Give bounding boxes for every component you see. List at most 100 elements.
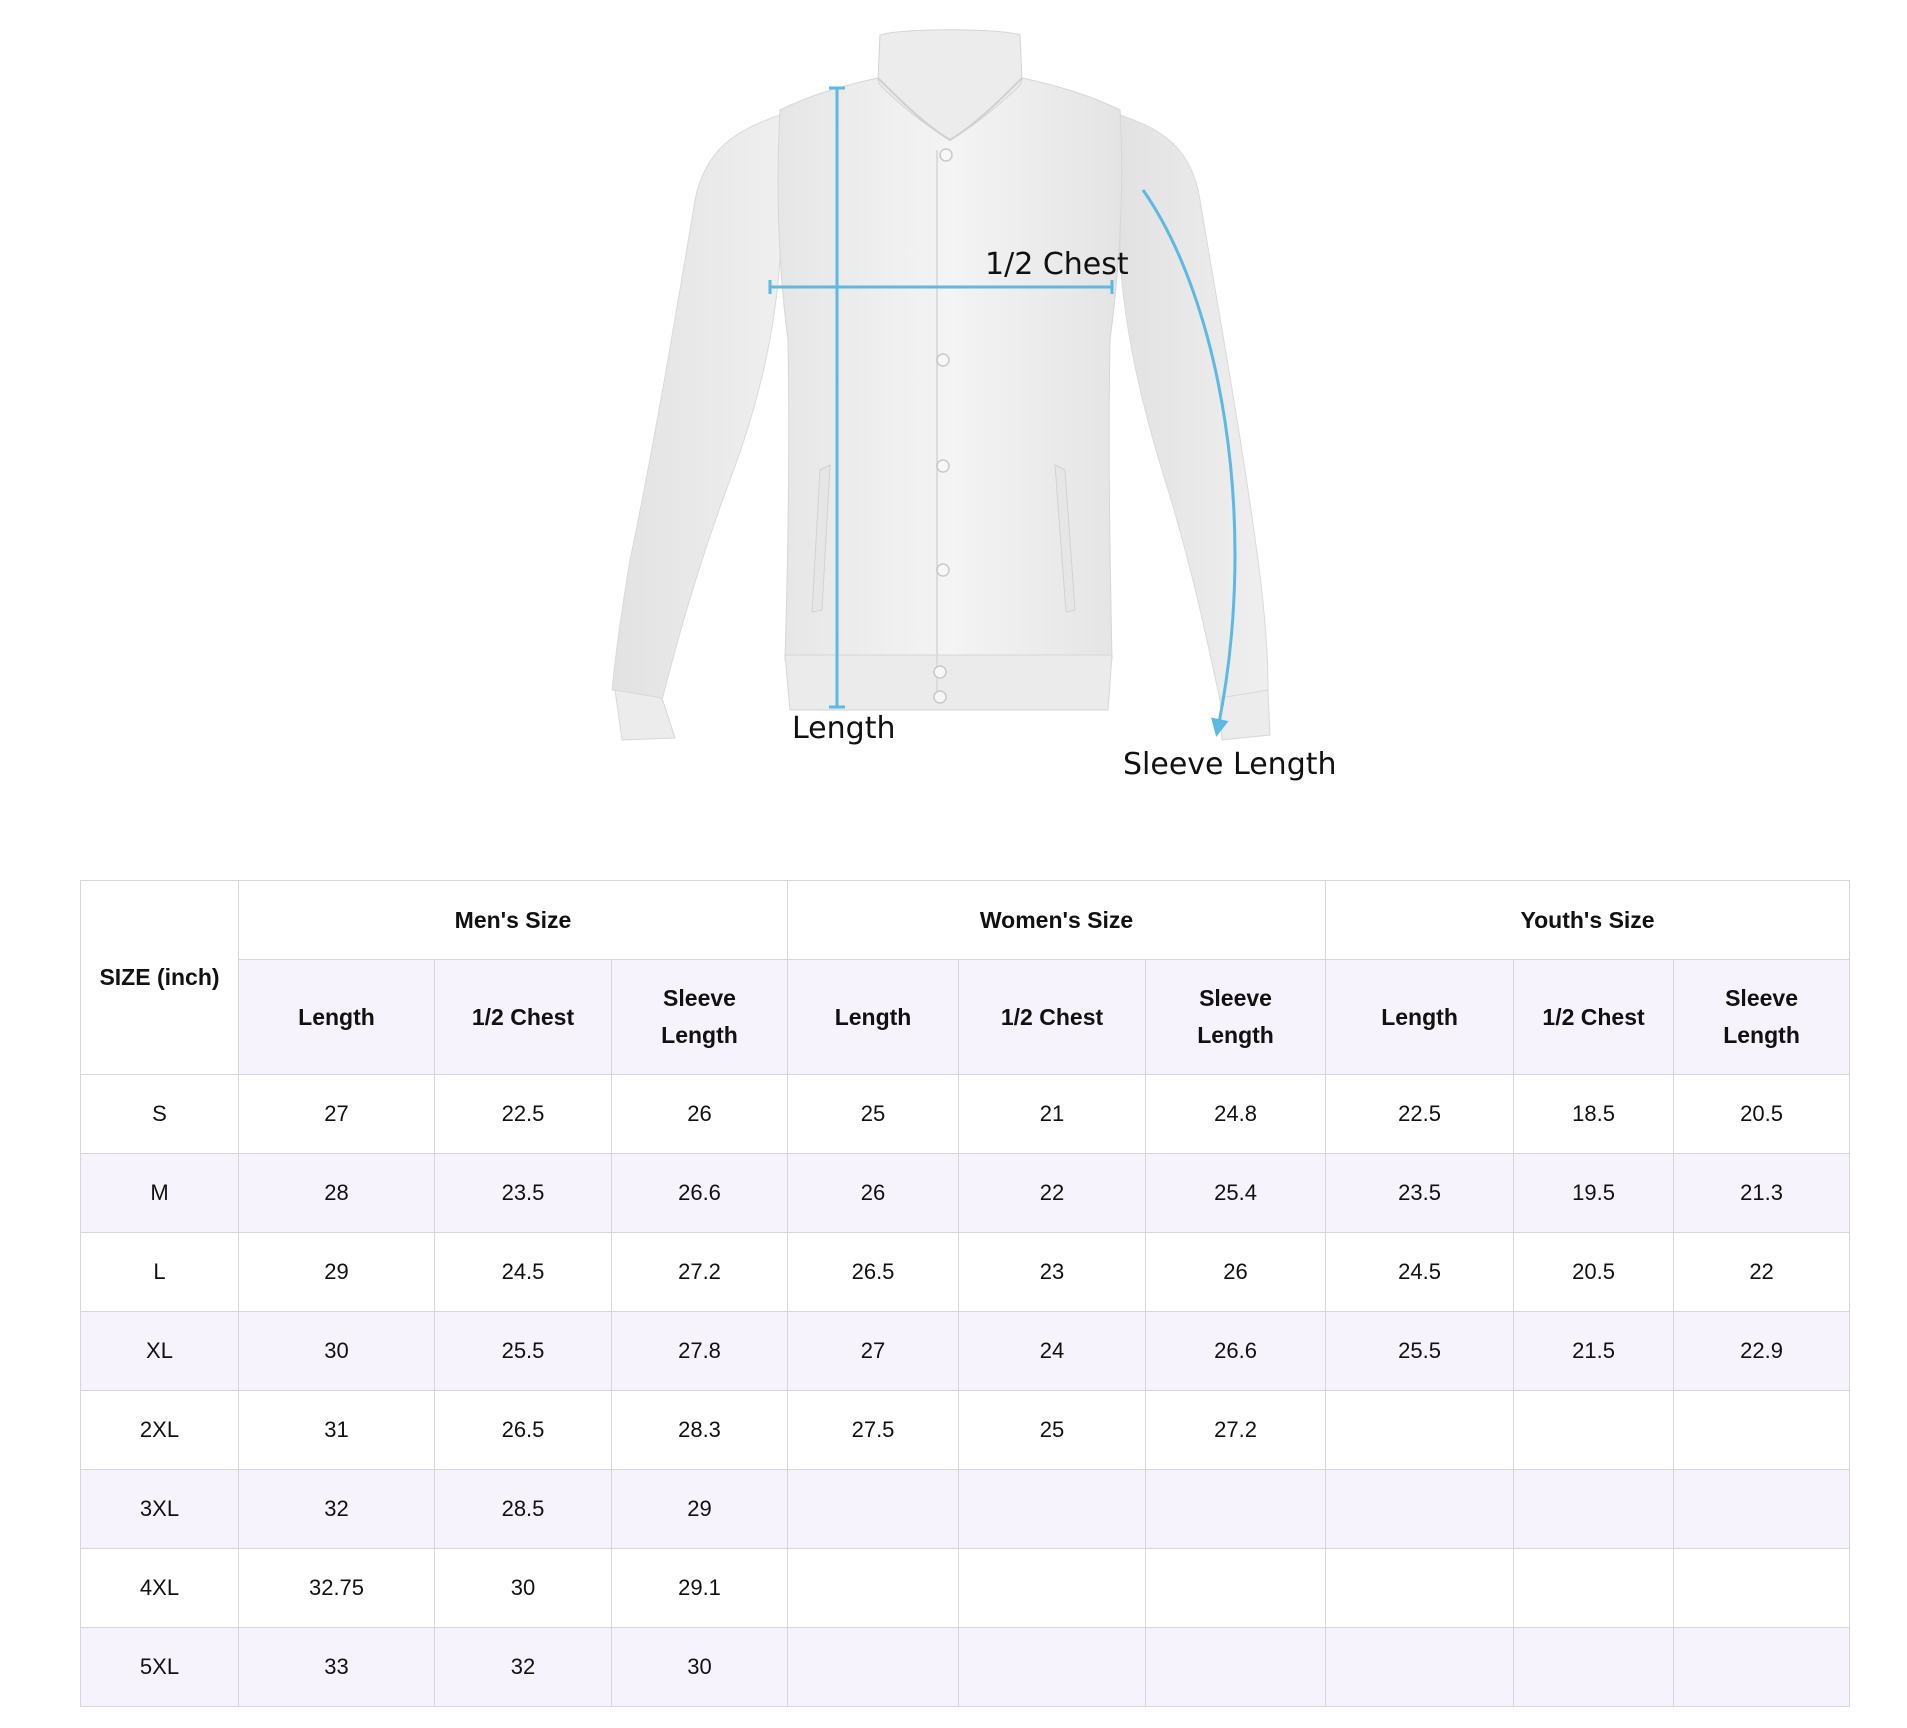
women-value-cell: 26.6 xyxy=(1145,1311,1327,1391)
youth-value-cell: 20.5 xyxy=(1513,1232,1675,1312)
size-cell: 5XL xyxy=(80,1627,239,1707)
youth-value-cell xyxy=(1325,1627,1515,1707)
men-value-cell: 28.3 xyxy=(610,1390,789,1470)
youth-value-cell: 22.5 xyxy=(1325,1074,1515,1154)
women-value-cell: 26 xyxy=(787,1153,960,1233)
table-row: 5XL 33 32 30 xyxy=(80,1627,1851,1707)
sleeve-header-line-2: Length xyxy=(1723,1022,1800,1048)
size-cell: 4XL xyxy=(80,1548,239,1628)
size-cell: XL xyxy=(80,1311,239,1391)
sleeve-header-line-2: Length xyxy=(1197,1022,1274,1048)
sleeve-header-line-1: Sleeve xyxy=(1725,985,1798,1011)
youth-sleeve-length-header: Sleeve Length xyxy=(1673,959,1851,1075)
men-value-cell: 30 xyxy=(238,1311,435,1391)
waistband xyxy=(784,654,1113,711)
size-column-header: SIZE (inch) xyxy=(80,880,239,1075)
men-value-cell: 26.6 xyxy=(610,1153,789,1233)
youth-value-cell xyxy=(1673,1469,1851,1549)
table-row: S 27 22.5 26 25 21 24.8 22.5 18.5 20.5 xyxy=(80,1074,1851,1154)
women-value-cell xyxy=(1145,1627,1327,1707)
youth-value-cell: 22 xyxy=(1673,1232,1851,1312)
size-cell: L xyxy=(80,1232,239,1312)
table-row: 2XL 31 26.5 28.3 27.5 25 27.2 xyxy=(80,1390,1851,1470)
women-value-cell xyxy=(1145,1469,1327,1549)
men-value-cell: 28.5 xyxy=(434,1469,612,1549)
men-value-cell: 32 xyxy=(238,1469,435,1549)
women-value-cell: 27 xyxy=(787,1311,960,1391)
youth-value-cell: 25.5 xyxy=(1325,1311,1515,1391)
measure-header-row: Length 1/2 Chest Sleeve Length Length 1/2 Che… xyxy=(81,959,1851,1075)
men-value-cell: 29 xyxy=(238,1232,435,1312)
sleeve-header-line-1: Sleeve xyxy=(1199,985,1272,1011)
size-table-body: S 27 22.5 26 25 21 24.8 22.5 18.5 20.5 M 28 23.5 26.6… xyxy=(80,1074,1851,1707)
group-header-row: SIZE (inch) Men's Size Women's Size Yout… xyxy=(80,880,1851,1075)
youth-value-cell xyxy=(1673,1548,1851,1628)
table-row: XL 30 25.5 27.8 27 24 26.6 25.5 21.5 22.9 xyxy=(80,1311,1851,1391)
women-value-cell: 23 xyxy=(958,1232,1147,1312)
length-label: Length xyxy=(792,711,895,746)
youth-value-cell: 19.5 xyxy=(1513,1153,1675,1233)
youth-value-cell: 18.5 xyxy=(1513,1074,1675,1154)
youth-value-cell xyxy=(1673,1627,1851,1707)
men-value-cell: 33 xyxy=(238,1627,435,1707)
women-value-cell: 22 xyxy=(958,1153,1147,1233)
men-sleeve-length-header: Sleeve Length xyxy=(610,959,789,1075)
left-cuff xyxy=(614,689,676,741)
youth-chest-header: 1/2 Chest xyxy=(1513,959,1675,1075)
men-length-header: Length xyxy=(238,959,435,1075)
women-length-header: Length xyxy=(787,959,960,1075)
women-value-cell: 21 xyxy=(958,1074,1147,1154)
youth-value-cell xyxy=(1513,1548,1675,1628)
men-value-cell: 32 xyxy=(434,1627,612,1707)
men-value-cell: 29 xyxy=(610,1469,789,1549)
men-value-cell: 23.5 xyxy=(434,1153,612,1233)
men-value-cell: 30 xyxy=(434,1548,612,1628)
women-value-cell xyxy=(787,1627,960,1707)
youth-value-cell: 22.9 xyxy=(1673,1311,1851,1391)
women-value-cell xyxy=(958,1469,1147,1549)
women-value-cell xyxy=(1145,1548,1327,1628)
sleeve-header-line-1: Sleeve xyxy=(663,985,736,1011)
youth-length-header: Length xyxy=(1325,959,1515,1075)
women-chest-header: 1/2 Chest xyxy=(958,959,1147,1075)
men-value-cell: 25.5 xyxy=(434,1311,612,1391)
right-cuff xyxy=(1219,689,1271,741)
men-value-cell: 26.5 xyxy=(434,1390,612,1470)
jacket-measurement-diagram: 1/2 Chest Length Sleeve Length xyxy=(611,29,1337,782)
size-cell: 2XL xyxy=(80,1390,239,1470)
youth-value-cell xyxy=(1325,1390,1515,1470)
women-value-cell: 24.8 xyxy=(1145,1074,1327,1154)
left-sleeve xyxy=(611,114,781,701)
women-value-cell: 25.4 xyxy=(1145,1153,1327,1233)
men-value-cell: 28 xyxy=(238,1153,435,1233)
size-cell: S xyxy=(80,1074,239,1154)
men-value-cell: 31 xyxy=(238,1390,435,1470)
women-value-cell: 27.5 xyxy=(787,1390,960,1470)
men-value-cell: 22.5 xyxy=(434,1074,612,1154)
size-chart-table: SIZE (inch) Men's Size Women's Size Yout… xyxy=(80,880,1851,1707)
youth-value-cell xyxy=(1325,1548,1515,1628)
chest-label: 1/2 Chest xyxy=(985,247,1129,282)
men-value-cell: 27.8 xyxy=(610,1311,789,1391)
youth-value-cell xyxy=(1673,1390,1851,1470)
womens-size-header: Women's Size xyxy=(787,880,1327,960)
women-value-cell xyxy=(958,1548,1147,1628)
men-value-cell: 32.75 xyxy=(238,1548,435,1628)
women-value-cell: 26.5 xyxy=(787,1232,960,1312)
men-value-cell: 26 xyxy=(610,1074,789,1154)
table-row: 4XL 32.75 30 29.1 xyxy=(80,1548,1851,1628)
table-row: M 28 23.5 26.6 26 22 25.4 23.5 19.5 21.3 xyxy=(80,1153,1851,1233)
men-value-cell: 30 xyxy=(610,1627,789,1707)
men-value-cell: 29.1 xyxy=(610,1548,789,1628)
women-value-cell: 25 xyxy=(787,1074,960,1154)
right-sleeve xyxy=(1119,114,1269,701)
sleeve-header-line-2: Length xyxy=(661,1022,738,1048)
sleeve-length-label: Sleeve Length xyxy=(1123,747,1337,782)
men-chest-header: 1/2 Chest xyxy=(434,959,612,1075)
women-value-cell xyxy=(787,1469,960,1549)
women-sleeve-length-header: Sleeve Length xyxy=(1145,959,1327,1075)
men-value-cell: 24.5 xyxy=(434,1232,612,1312)
table-row: 3XL 32 28.5 29 xyxy=(80,1469,1851,1549)
men-value-cell: 27.2 xyxy=(610,1232,789,1312)
size-cell: 3XL xyxy=(80,1469,239,1549)
